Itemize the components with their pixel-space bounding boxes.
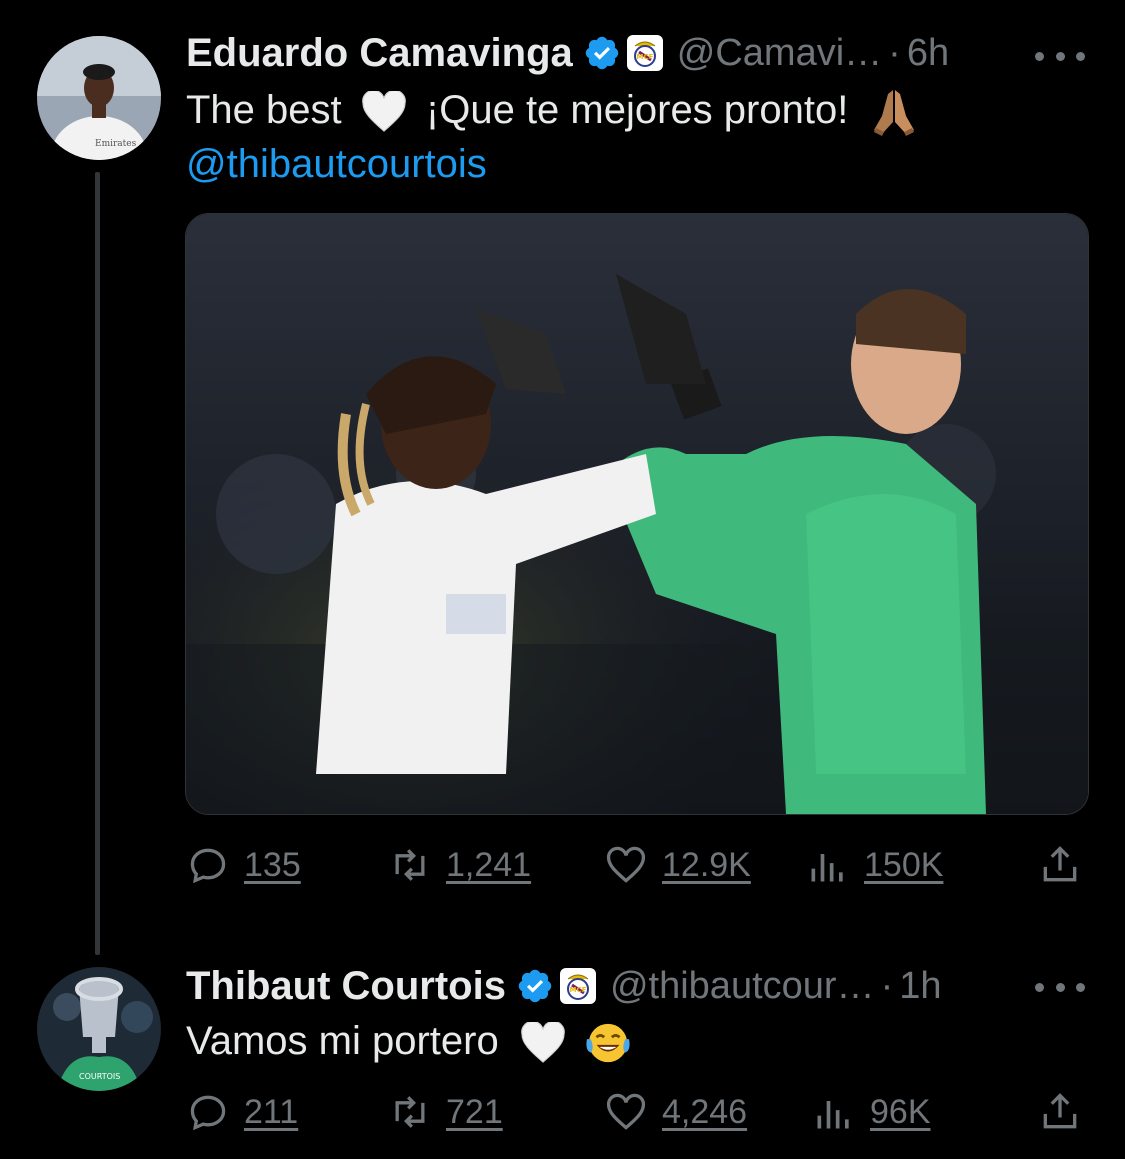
heart-white-emoji — [520, 1022, 565, 1064]
retweet-count: 721 — [446, 1092, 503, 1131]
heart-white-emoji — [361, 91, 406, 133]
views-count: 96K — [870, 1092, 931, 1131]
tweet-camavinga[interactable]: Emirates Eduardo Camavinga MCF @Camavi… … — [0, 0, 1125, 955]
svg-text:MCF: MCF — [636, 53, 653, 61]
views-button[interactable]: 150K — [806, 840, 943, 890]
avatar-camavinga[interactable]: Emirates — [37, 36, 161, 160]
like-button[interactable]: 4,246 — [604, 1087, 747, 1137]
verified-badge-icon[interactable] — [516, 967, 554, 1005]
reply-button[interactable]: 211 — [186, 1087, 298, 1137]
like-icon — [606, 846, 646, 883]
share-icon — [1043, 1093, 1077, 1129]
tweet-timestamp[interactable]: 1h — [899, 965, 941, 1008]
tweet-courtois[interactable]: COURTOIS Thibaut Courtois MCF @thibautco… — [0, 955, 1125, 1159]
tweet-actions: 135 1,241 12.9K 150K — [186, 840, 1086, 890]
avatar-courtois[interactable]: COURTOIS — [37, 967, 161, 1091]
folded-hands-emoji — [874, 90, 915, 137]
mention-line: @thibautcourtois — [186, 138, 487, 190]
tweet-text-part: ¡Que te mejores pronto! — [425, 88, 849, 132]
views-icon — [817, 1101, 849, 1129]
real-madrid-crest-icon[interactable]: MCF — [559, 968, 596, 1004]
retweet-button[interactable]: 721 — [388, 1087, 503, 1137]
retweet-button[interactable]: 1,241 — [388, 840, 531, 890]
views-count: 150K — [864, 845, 944, 884]
like-button[interactable]: 12.9K — [604, 840, 751, 890]
share-icon — [1043, 846, 1077, 882]
svg-text:MCF: MCF — [570, 986, 587, 994]
svg-text:COURTOIS: COURTOIS — [79, 1072, 120, 1081]
author-name[interactable]: Thibaut Courtois — [186, 964, 506, 1009]
author-handle[interactable]: @thibautcour… — [610, 965, 875, 1008]
like-icon — [606, 1093, 646, 1130]
tears-of-joy-emoji — [586, 1024, 630, 1063]
like-count: 12.9K — [662, 845, 751, 884]
thread-connector-line — [95, 172, 100, 955]
views-icon — [811, 854, 843, 882]
tweet-text: The best ¡Que te mejores pronto! — [186, 84, 919, 137]
reply-icon — [190, 1095, 226, 1131]
author-name[interactable]: Eduardo Camavinga — [186, 31, 573, 76]
tweet-text-part: Vamos mi portero — [186, 1019, 499, 1063]
reply-count: 135 — [244, 845, 301, 884]
like-count: 4,246 — [662, 1092, 748, 1131]
reply-icon — [190, 848, 226, 884]
retweet-icon — [395, 1096, 425, 1128]
tweet-actions: 211 721 4,246 96K — [186, 1087, 1086, 1137]
retweet-count: 1,241 — [446, 845, 532, 884]
svg-text:Emirates: Emirates — [95, 139, 137, 149]
tweet-text: Vamos mi portero — [186, 1015, 633, 1067]
real-madrid-crest-icon[interactable]: MCF — [626, 35, 663, 71]
share-button[interactable] — [1038, 1087, 1082, 1137]
more-icon[interactable] — [1035, 46, 1085, 66]
reply-button[interactable]: 135 — [186, 840, 301, 890]
author-handle[interactable]: @Camavi… — [677, 32, 882, 75]
tweet-header: Eduardo Camavinga MCF @Camavi… · 6h — [186, 28, 949, 78]
more-icon[interactable] — [1035, 977, 1085, 997]
separator-dot: · — [880, 964, 894, 1007]
tweet-header: Thibaut Courtois MCF @thibautcour… · 1h — [186, 961, 942, 1011]
tweet-text-part: The best — [186, 88, 342, 132]
views-button[interactable]: 96K — [812, 1087, 931, 1137]
reply-count: 211 — [244, 1092, 299, 1131]
retweet-icon — [395, 849, 425, 881]
verified-badge-icon[interactable] — [583, 34, 621, 72]
tweet-timestamp[interactable]: 6h — [907, 32, 949, 75]
separator-dot: · — [888, 31, 901, 74]
tweet-photo[interactable] — [185, 213, 1089, 815]
mention-link[interactable]: @thibautcourtois — [186, 142, 487, 186]
share-button[interactable] — [1038, 840, 1082, 890]
